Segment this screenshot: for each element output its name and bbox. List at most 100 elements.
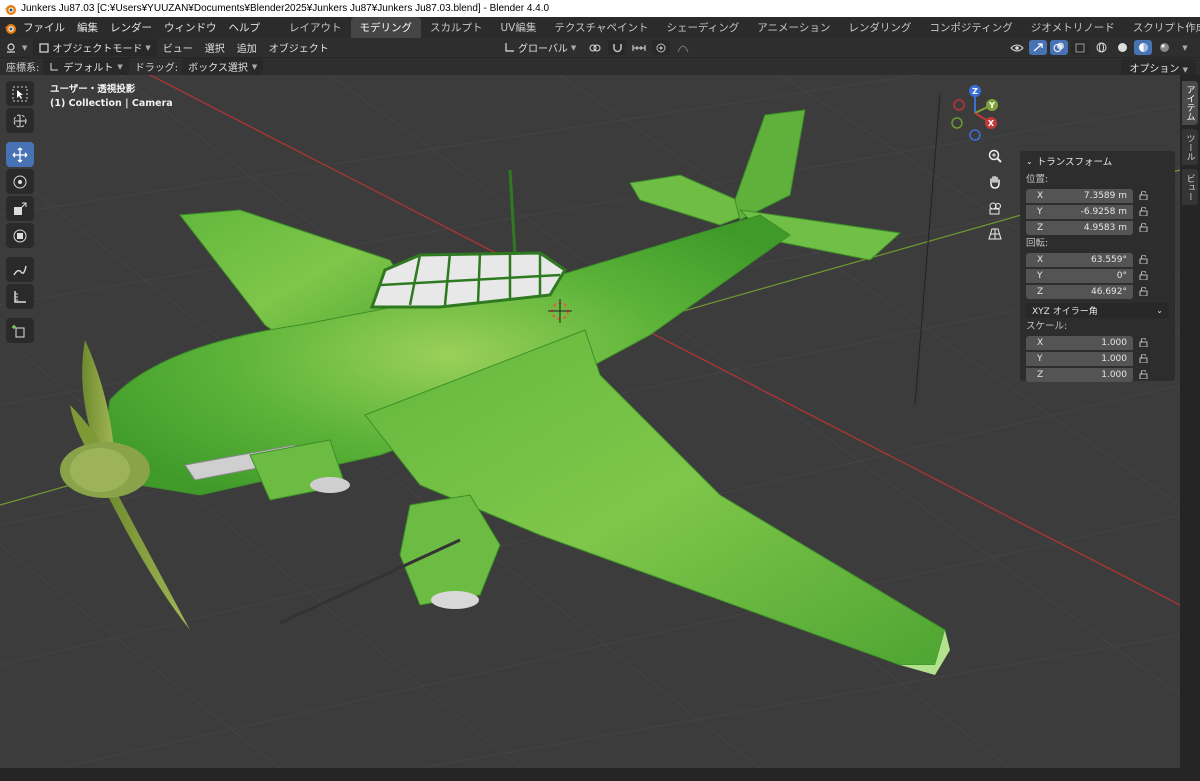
location-z-value: 4.9583 m [1083,222,1127,233]
wireframe-shading-button[interactable] [1092,40,1110,55]
scale-tool[interactable] [6,196,34,221]
header-right-controls: ▼ [1008,38,1194,57]
rotation-x-field[interactable]: X 63.559° [1026,252,1133,267]
object-mode-dropdown[interactable]: オブジェクトモード ▼ [33,39,157,56]
menu-help[interactable]: ヘルプ [223,20,267,35]
tab-modeling[interactable]: モデリング [350,17,421,38]
location-x-field[interactable]: X 7.3589 m [1026,188,1133,203]
proportional-edit-button[interactable] [652,40,671,55]
rotation-y-row: Y 0° [1026,268,1175,283]
drag-mode-value: ボックス選択 [188,63,248,74]
gizmo-z-label: Z [972,87,978,96]
rotation-y-field[interactable]: Y 0° [1026,268,1133,283]
lock-icon[interactable] [1133,271,1153,280]
axis-label: Y [1037,270,1043,281]
tab-rendering[interactable]: レンダリング [839,17,920,38]
tab-uv-editing[interactable]: UV編集 [492,17,546,38]
chevron-down-icon: ▼ [1182,43,1188,52]
scale-z-field[interactable]: Z 1.000 [1026,367,1133,382]
overlay-toggle-button[interactable] [1050,40,1068,55]
add-cube-tool[interactable] [6,318,34,343]
lock-icon[interactable] [1133,370,1153,379]
menu-window[interactable]: ウィンドウ [158,20,223,35]
scale-x-field[interactable]: X 1.000 [1026,335,1133,350]
zoom-button[interactable] [983,145,1007,167]
gizmo-toggle-button[interactable] [1029,40,1047,55]
editor-type-button[interactable]: ▼ [0,41,33,54]
location-z-field[interactable]: Z 4.9583 m [1026,220,1133,235]
lock-icon[interactable] [1133,255,1153,264]
menu-view[interactable]: ビュー [157,39,199,56]
menu-render[interactable]: レンダー [104,20,158,35]
scale-x-row: X 1.000 [1026,335,1175,350]
perspective-toggle-button[interactable] [983,223,1007,245]
blender-menu-icon[interactable] [3,18,17,38]
transform-panel-header[interactable]: ⌄ トランスフォーム [1020,151,1175,171]
rotate-tool[interactable] [6,169,34,194]
editor-type-icon [7,43,15,53]
tab-geometry-nodes[interactable]: ジオメトリノード [1022,17,1124,38]
menu-edit[interactable]: 編集 [71,20,104,35]
snap-target-button[interactable] [630,40,648,55]
tab-texture-paint[interactable]: テクスチャペイント [545,17,657,38]
gizmo-neg-y[interactable] [951,117,963,129]
select-box-tool[interactable] [6,81,34,106]
lock-icon[interactable] [1133,207,1153,216]
rotation-z-field[interactable]: Z 46.692° [1026,284,1133,299]
pan-button[interactable] [983,171,1007,193]
gizmo-neg-z[interactable] [969,129,981,141]
location-y-field[interactable]: Y -6.9258 m [1026,204,1133,219]
drag-mode-dropdown[interactable]: ボックス選択 ▼ [182,58,264,75]
scale-y-field[interactable]: Y 1.000 [1026,351,1133,366]
chevron-down-icon: ▼ [570,43,577,52]
move-tool[interactable] [6,142,34,167]
menu-add[interactable]: 追加 [231,39,263,56]
transform-tool[interactable] [6,223,34,248]
material-shading-button[interactable] [1134,40,1152,55]
navigation-gizmo[interactable]: Z Y X [945,83,1005,143]
camera-view-button[interactable] [983,197,1007,219]
location-label: 位置: [1026,174,1049,185]
axis-label: Y [1037,353,1043,364]
visibility-toggle-button[interactable] [1008,40,1026,55]
options-dropdown[interactable]: オプション ▼ [1121,59,1196,76]
cursor-tool[interactable] [6,108,34,133]
xray-toggle-button[interactable] [1071,40,1089,55]
menu-file[interactable]: ファイル [17,20,71,35]
menu-select[interactable]: 選択 [199,39,231,56]
chevron-down-icon: ▼ [251,62,258,71]
tab-item[interactable]: アイテム [1182,81,1198,125]
tab-shading[interactable]: シェーディング [657,17,748,38]
snap-toggle-button[interactable] [608,40,627,55]
3d-viewport[interactable]: ユーザー・透視投影 (1) Collection | Camera Z Y X … [0,75,1180,768]
tab-scripting[interactable]: スクリプト作成 [1124,17,1200,38]
chevron-down-icon: ▼ [117,62,123,71]
tab-compositing[interactable]: コンポジティング [920,17,1021,38]
tab-layout[interactable]: レイアウト [280,17,351,38]
rotation-x-value: 63.559° [1091,254,1127,265]
menu-object[interactable]: オブジェクト [263,39,335,56]
lock-icon[interactable] [1133,223,1153,232]
solid-shading-button[interactable] [1113,40,1131,55]
pivot-point-button[interactable] [586,40,604,55]
rendered-sphere-icon [1159,43,1169,52]
annotate-tool[interactable] [6,257,34,282]
tab-view[interactable]: ビュー [1182,169,1198,205]
lock-icon[interactable] [1133,338,1153,347]
tab-sculpting[interactable]: スカルプト [421,17,492,38]
measure-tool[interactable] [6,284,34,309]
rendered-shading-button[interactable] [1155,40,1173,55]
lock-icon[interactable] [1133,287,1153,296]
tab-animation[interactable]: アニメーション [748,17,839,38]
crosshair-cursor-icon [13,114,27,127]
falloff-button[interactable] [674,40,692,55]
gizmo-neg-x[interactable] [953,99,965,111]
rotation-mode-dropdown[interactable]: XYZ オイラー角 ⌄ [1026,303,1169,318]
transform-orientation-dropdown[interactable]: グローバル ▼ [498,39,582,56]
lock-icon[interactable] [1133,191,1153,200]
shading-options-button[interactable]: ▼ [1176,40,1194,55]
lock-icon[interactable] [1133,354,1153,363]
coordinate-system-dropdown[interactable]: デフォルト ▼ [43,58,129,75]
tab-tool[interactable]: ツール [1182,129,1198,165]
navigation-buttons [983,145,1007,245]
